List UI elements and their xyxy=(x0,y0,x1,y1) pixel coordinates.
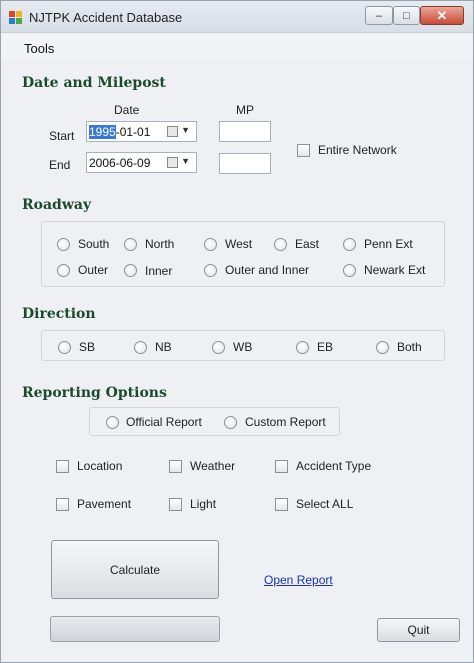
label-light: Light xyxy=(190,497,217,511)
label-newark-ext: Newark Ext xyxy=(364,263,426,277)
entire-network-label: Entire Network xyxy=(318,143,397,157)
start-date-rest: -01-01 xyxy=(115,125,151,139)
radio-east[interactable] xyxy=(274,238,287,251)
radio-sb[interactable] xyxy=(58,341,71,354)
checkbox-accident-type[interactable] xyxy=(275,460,288,473)
entire-network-checkbox[interactable] xyxy=(297,144,310,157)
checkbox-location[interactable] xyxy=(56,460,69,473)
roadway-group: South North West East Penn Ext Outer Inn… xyxy=(41,221,445,287)
menu-tools[interactable]: Tools xyxy=(24,41,54,56)
radio-official-report[interactable] xyxy=(106,416,119,429)
end-mp-input[interactable] xyxy=(219,153,271,174)
title-bar[interactable]: NJTPK Accident Database – □ ✕ xyxy=(1,1,473,33)
direction-title: Direction xyxy=(22,306,96,322)
label-penn-ext: Penn Ext xyxy=(364,237,413,251)
label-south: South xyxy=(78,237,110,251)
progress-bar xyxy=(50,616,220,642)
label-east: East xyxy=(295,237,320,251)
open-report-link[interactable]: Open Report xyxy=(264,573,333,587)
radio-both[interactable] xyxy=(376,341,389,354)
chevron-down-icon: ▼ xyxy=(181,125,190,135)
minimize-button[interactable]: – xyxy=(365,6,393,25)
maximize-icon: □ xyxy=(403,9,410,22)
close-icon: ✕ xyxy=(436,7,448,23)
radio-north[interactable] xyxy=(124,238,137,251)
reporting-options-title: Reporting Options xyxy=(22,385,167,401)
date-header: Date xyxy=(114,103,140,117)
radio-eb[interactable] xyxy=(296,341,309,354)
label-both: Both xyxy=(397,340,422,354)
radio-outer-and-inner[interactable] xyxy=(204,264,217,277)
calendar-icon xyxy=(167,126,178,137)
label-outer-and-inner: Outer and Inner xyxy=(225,263,310,277)
chevron-down-icon: ▼ xyxy=(181,156,190,166)
menu-bar: Tools xyxy=(1,34,473,60)
label-eb: EB xyxy=(317,340,334,354)
checkbox-pavement[interactable] xyxy=(56,498,69,511)
start-date-picker[interactable]: 1995-01-01 ▼ xyxy=(86,121,197,142)
direction-group: SB NB WB EB Both xyxy=(41,330,445,361)
calendar-icon xyxy=(167,157,178,168)
label-outer: Outer xyxy=(78,263,109,277)
label-location: Location xyxy=(77,459,123,473)
start-date-year-selected: 1995 xyxy=(89,125,116,139)
date-milepost-title: Date and Milepost xyxy=(22,75,166,91)
label-pavement: Pavement xyxy=(77,497,132,511)
calculate-button[interactable]: Calculate xyxy=(51,540,219,599)
radio-inner[interactable] xyxy=(124,264,137,277)
radio-penn-ext[interactable] xyxy=(343,238,356,251)
label-inner: Inner xyxy=(145,264,173,278)
label-wb: WB xyxy=(233,340,253,354)
radio-wb[interactable] xyxy=(212,341,225,354)
roadway-title: Roadway xyxy=(22,197,92,213)
label-select-all: Select ALL xyxy=(296,497,354,511)
label-north: North xyxy=(145,237,175,251)
window-title: NJTPK Accident Database xyxy=(29,10,183,25)
radio-newark-ext[interactable] xyxy=(343,264,356,277)
radio-custom-report[interactable] xyxy=(224,416,237,429)
checkbox-weather[interactable] xyxy=(169,460,182,473)
label-accident-type: Accident Type xyxy=(296,459,372,473)
app-grid-icon xyxy=(9,11,23,25)
report-type-group: Official Report Custom Report xyxy=(89,407,340,436)
label-custom-report: Custom Report xyxy=(245,415,326,429)
start-label: Start xyxy=(49,129,75,143)
radio-west[interactable] xyxy=(204,238,217,251)
radio-nb[interactable] xyxy=(134,341,147,354)
label-nb: NB xyxy=(155,340,172,354)
end-label: End xyxy=(49,158,71,172)
radio-outer[interactable] xyxy=(57,264,70,277)
end-date-picker[interactable]: 2006-06-09 ▼ xyxy=(86,152,197,173)
close-button[interactable]: ✕ xyxy=(420,6,464,25)
end-date-value: 2006-06-09 xyxy=(89,156,151,170)
label-weather: Weather xyxy=(190,459,236,473)
mp-header: MP xyxy=(236,103,254,117)
label-sb: SB xyxy=(79,340,96,354)
radio-south[interactable] xyxy=(57,238,70,251)
maximize-button[interactable]: □ xyxy=(393,6,420,25)
minimize-icon: – xyxy=(375,9,383,22)
start-mp-input[interactable] xyxy=(219,121,271,142)
quit-button[interactable]: Quit xyxy=(377,618,460,642)
app-window: NJTPK Accident Database – □ ✕ Tools Date… xyxy=(0,0,474,663)
label-west: West xyxy=(225,237,253,251)
checkbox-light[interactable] xyxy=(169,498,182,511)
checkbox-select-all[interactable] xyxy=(275,498,288,511)
label-official-report: Official Report xyxy=(126,415,202,429)
